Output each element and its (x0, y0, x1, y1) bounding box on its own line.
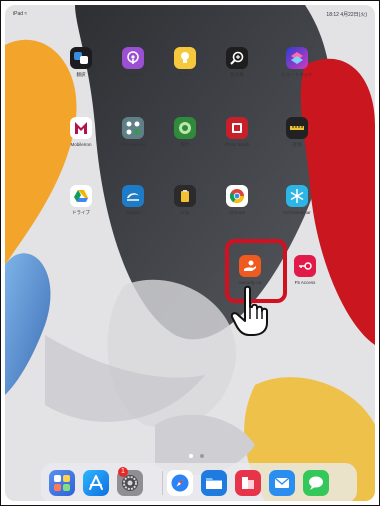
wallpaper (5, 5, 375, 501)
app-label: iClip (180, 210, 190, 215)
app-label: ドライブ (72, 210, 90, 215)
translate-icon (70, 47, 92, 69)
status-bar: iPad ≈ 18:12 4月22日(火) (13, 11, 367, 21)
app-label: Photo Booth (224, 142, 250, 147)
app-label: Podcast (124, 72, 142, 77)
pointing-hand-cursor (231, 285, 268, 336)
app-f5-access[interactable]: F5 Access (287, 255, 323, 285)
app-label: ヒント (178, 72, 192, 77)
find-icon (174, 117, 196, 139)
dock (41, 463, 357, 501)
gallery-icon (54, 475, 70, 491)
mail-icon (274, 477, 290, 488)
app-label: F5 Access (294, 280, 316, 285)
compass-icon (171, 474, 189, 492)
screenshot-frame: iPad ≈ 18:12 4月22日(火) 翻訳 Podcast ヒント 拡大鏡… (0, 0, 380, 506)
app-chrome[interactable]: Chrome (219, 185, 255, 215)
app-store-icon (89, 475, 103, 490)
dock-mail[interactable] (269, 470, 295, 496)
status-right: 18:12 4月22日(火) (326, 12, 367, 18)
app-label: Net Analyzer (120, 142, 146, 147)
dock-safari[interactable] (167, 470, 193, 496)
magnifier-icon (226, 47, 248, 69)
app-mobileiron[interactable]: MobileIron (63, 117, 99, 147)
page-indicator[interactable] (189, 445, 207, 463)
snowflake-icon (286, 185, 308, 207)
app-net-analyzer[interactable]: Net Analyzer (115, 117, 151, 147)
app-meas[interactable]: 翻訳 (63, 47, 99, 77)
clipboard-icon (174, 185, 196, 207)
office-icon (242, 477, 254, 489)
app-tips[interactable]: ヒント (167, 47, 203, 77)
app-label: 翻訳 (76, 72, 86, 77)
app-label: Zscaler (125, 210, 141, 215)
dock-separator (162, 471, 163, 495)
app-label: GoToWebinar (283, 210, 311, 215)
ruler-icon (286, 117, 308, 139)
app-iclip[interactable]: iClip (167, 185, 203, 215)
photobooth-icon (226, 117, 248, 139)
dock-office[interactable] (235, 470, 261, 496)
notification-badge: 1 (118, 467, 128, 477)
dock-photos[interactable] (49, 470, 75, 496)
app-label: ショートカット (281, 72, 313, 77)
app-label: Chrome (228, 210, 245, 215)
ipad-screen: iPad ≈ 18:12 4月22日(火) 翻訳 Podcast ヒント 拡大鏡… (5, 5, 375, 501)
app-label: 探す (180, 142, 190, 147)
google-drive-icon (70, 185, 92, 207)
podcast-icon (122, 47, 144, 69)
lightbulb-icon (174, 47, 196, 69)
app-label: 計測 (292, 142, 302, 147)
chrome-icon (226, 185, 248, 207)
app-photo-booth[interactable]: Photo Booth (219, 117, 255, 147)
status-left: iPad ≈ (13, 11, 28, 17)
mobileiron-icon (70, 117, 92, 139)
zscaler-icon (122, 185, 144, 207)
app-tuner[interactable]: 計測 (279, 117, 315, 147)
folder-icon (206, 478, 222, 489)
dock-app-store[interactable] (83, 470, 109, 496)
dock-messages[interactable] (303, 470, 329, 496)
message-bubble-icon (309, 476, 323, 490)
app-label: MobileIron (70, 142, 92, 147)
app-find[interactable]: 探す (167, 117, 203, 147)
f5-key-icon (294, 255, 316, 277)
shortcuts-icon (286, 47, 308, 69)
app-label: 拡大鏡 (230, 72, 244, 77)
app-podcast[interactable]: Podcast (115, 47, 151, 77)
network-icon (122, 117, 144, 139)
page-dot (200, 454, 205, 458)
app-magnifier[interactable]: 拡大鏡 (219, 47, 255, 77)
app-zscaler[interactable]: Zscaler (115, 185, 151, 215)
page-dot-active (189, 454, 193, 458)
dock-files[interactable] (201, 470, 227, 496)
app-gotowebinar[interactable]: GoToWebinar (279, 185, 315, 215)
app-drive[interactable]: ドライブ (63, 185, 99, 215)
app-shortcuts[interactable]: ショートカット (279, 47, 315, 77)
